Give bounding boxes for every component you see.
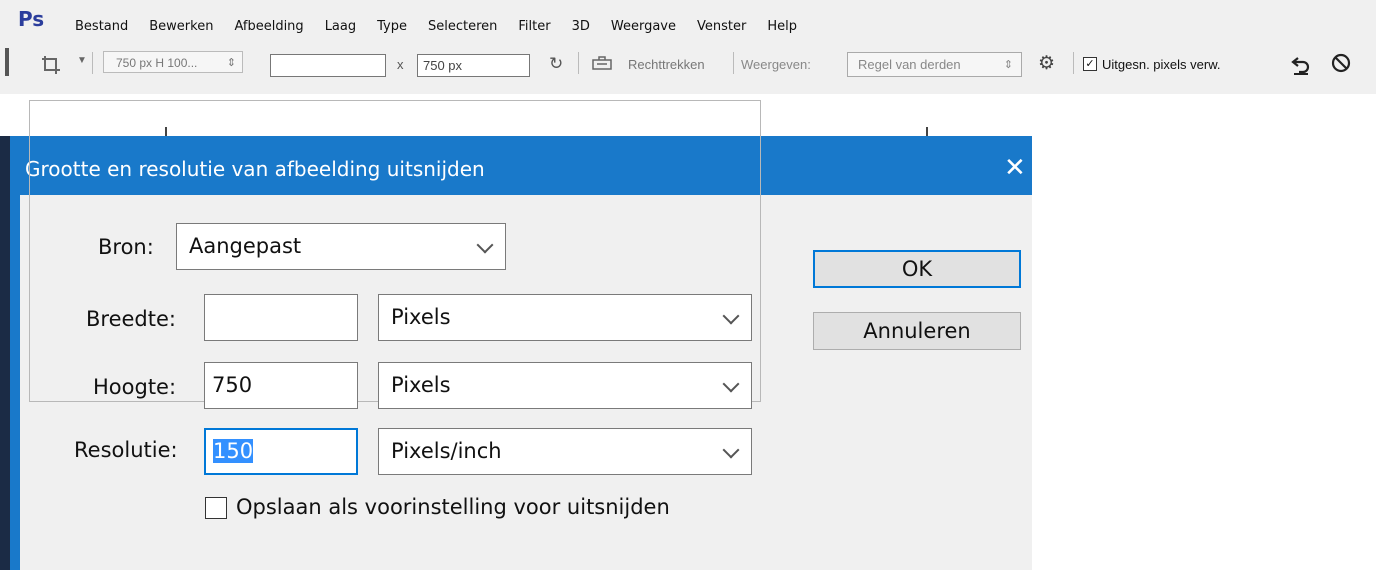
close-icon[interactable]: ✕ xyxy=(1004,152,1026,183)
chevron-down-icon xyxy=(722,375,740,393)
options-bar-grip[interactable] xyxy=(5,48,9,76)
height-label: Hoogte: xyxy=(93,375,177,399)
source-value: Aangepast xyxy=(189,234,302,258)
chevron-down-icon xyxy=(476,236,494,254)
cancel-crop-icon[interactable] xyxy=(1331,53,1351,79)
menu-laag[interactable]: Laag xyxy=(325,19,356,34)
resolution-unit-select[interactable]: Pixels/inch xyxy=(378,428,752,475)
chevron-down-icon xyxy=(722,307,740,325)
width-unit-value: Pixels xyxy=(391,305,451,329)
group-gap xyxy=(506,223,522,233)
separator xyxy=(92,52,93,74)
menu-filter[interactable]: Filter xyxy=(518,19,550,34)
crop-tool-icon[interactable] xyxy=(40,54,62,76)
view-label: Weergeven: xyxy=(741,57,811,72)
chevron-down-icon xyxy=(722,441,740,459)
delete-cropped-pixels-checkbox[interactable]: ✓ xyxy=(1083,57,1097,71)
menu-bestand[interactable]: Bestand xyxy=(75,19,128,34)
delete-cropped-pixels-label: Uitgesn. pixels verw. xyxy=(1102,57,1221,72)
source-select[interactable]: Aangepast xyxy=(176,223,506,270)
times-sign: x xyxy=(397,57,404,72)
spinner-icon: ⇕ xyxy=(226,57,236,69)
crop-width-input[interactable] xyxy=(270,54,386,77)
height-input[interactable]: 750 xyxy=(204,362,358,409)
menu-type[interactable]: Type xyxy=(377,19,407,34)
menu-afbeelding[interactable]: Afbeelding xyxy=(234,19,303,34)
resolution-value-selected: 150 xyxy=(213,439,254,463)
gear-icon[interactable]: ⚙ xyxy=(1038,52,1055,75)
options-bar: ▼ 750 px H 100... ⇕ x 750 px ↻ Rechttrek… xyxy=(0,40,1376,94)
crop-height-input[interactable]: 750 px xyxy=(417,54,530,77)
tool-preset-caret-icon[interactable]: ▼ xyxy=(77,55,87,66)
crop-ratio-preset-value: 750 px H 100... xyxy=(116,56,198,70)
straighten-icon[interactable] xyxy=(592,56,612,70)
photoshop-logo: Ps xyxy=(18,7,45,31)
resolution-input[interactable]: 150 xyxy=(204,428,358,475)
height-unit-value: Pixels xyxy=(391,373,451,397)
menu-weergave[interactable]: Weergave xyxy=(611,19,676,34)
straighten-button[interactable]: Rechttrekken xyxy=(628,57,705,72)
separator xyxy=(578,52,579,74)
menu-bewerken[interactable]: Bewerken xyxy=(149,19,213,34)
menu-items: Bestand Bewerken Afbeelding Laag Type Se… xyxy=(75,19,818,34)
swap-dimensions-icon[interactable]: ↻ xyxy=(549,54,563,74)
separator xyxy=(1073,52,1074,74)
width-unit-select[interactable]: Pixels xyxy=(378,294,752,341)
menu-venster[interactable]: Venster xyxy=(697,19,746,34)
resolution-unit-value: Pixels/inch xyxy=(391,439,502,463)
height-unit-select[interactable]: Pixels xyxy=(378,362,752,409)
overlay-value: Regel van derden xyxy=(858,57,961,72)
reset-icon[interactable] xyxy=(1290,53,1312,80)
spinner-icon: ⇕ xyxy=(1003,59,1013,71)
save-preset-checkbox[interactable] xyxy=(205,497,227,519)
overlay-select[interactable]: Regel van derden ⇕ xyxy=(847,52,1022,77)
cancel-button[interactable]: Annuleren xyxy=(813,312,1021,350)
separator xyxy=(733,52,734,74)
save-preset-label[interactable]: Opslaan als voorinstelling voor uitsnijd… xyxy=(236,495,670,519)
resolution-label: Resolutie: xyxy=(74,438,178,462)
menu-selecteren[interactable]: Selecteren xyxy=(428,19,497,34)
menu-3d[interactable]: 3D xyxy=(572,19,590,34)
width-label: Breedte: xyxy=(86,307,176,331)
source-label: Bron: xyxy=(90,235,162,259)
canvas-background xyxy=(0,136,10,570)
crop-ratio-preset-select[interactable]: 750 px H 100... ⇕ xyxy=(103,51,243,73)
menu-help[interactable]: Help xyxy=(767,19,797,34)
width-input[interactable] xyxy=(204,294,358,341)
ok-button[interactable]: OK xyxy=(813,250,1021,288)
menu-bar: Ps Bestand Bewerken Afbeelding Laag Type… xyxy=(0,0,1376,40)
